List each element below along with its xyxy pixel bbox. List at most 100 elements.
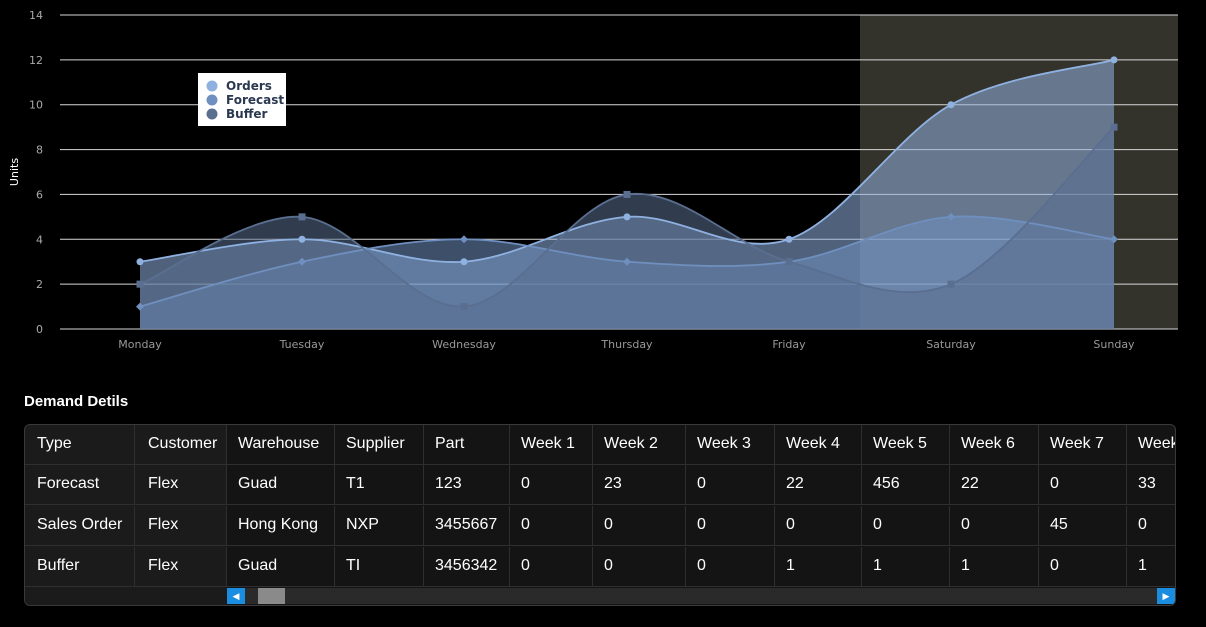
table-cell[interactable]: Flex xyxy=(135,506,227,546)
column-header[interactable]: Week 2 xyxy=(593,425,686,465)
column-header[interactable]: Supplier xyxy=(335,425,424,465)
table-cell[interactable]: 1 xyxy=(950,547,1039,587)
y-axis-label: Units xyxy=(8,158,21,186)
table-cell[interactable]: 0 xyxy=(775,506,862,546)
table-cell[interactable]: Forecast xyxy=(25,465,135,505)
column-header[interactable]: Week 3 xyxy=(686,425,775,465)
y-tick-label: 10 xyxy=(29,99,43,112)
table-cell[interactable]: 0 xyxy=(593,506,686,546)
table-cell[interactable]: T1 xyxy=(335,465,424,505)
y-tick-label: 0 xyxy=(36,323,43,336)
arrow-left-icon: ◀ xyxy=(232,591,240,601)
table-cell[interactable]: 22 xyxy=(950,465,1039,505)
table-cell[interactable]: Guad xyxy=(227,547,335,587)
legend-swatch-orders xyxy=(206,80,218,92)
legend-swatch-buffer xyxy=(206,108,218,120)
table-cell[interactable]: NXP xyxy=(335,506,424,546)
demand-chart: 0 2 4 6 8 10 12 14 Monday Tuesday Wednesday Thursda… xyxy=(8,9,1178,351)
table-cell[interactable]: 1 xyxy=(862,547,950,587)
table-cell[interactable]: 0 xyxy=(686,465,775,505)
table-cell[interactable]: 0 xyxy=(950,506,1039,546)
grid-scroll-pane[interactable]: Warehouse Supplier Part Week 1 Week 2 Week 3W… xyxy=(227,425,1175,589)
legend-label-orders: Orders xyxy=(226,79,272,93)
table-cell[interactable]: 0 xyxy=(510,506,593,546)
table-cell[interactable]: Flex xyxy=(135,465,227,505)
table-cell[interactable]: 0 xyxy=(593,547,686,587)
table-cell[interactable]: Buffer xyxy=(25,547,135,587)
point-buffer[interactable] xyxy=(947,280,955,288)
table-cell[interactable]: 33 xyxy=(1127,465,1175,505)
demand-grid: Type Customer Forecast Flex Sales Order Flex B… xyxy=(24,424,1176,606)
point-orders[interactable] xyxy=(623,213,631,221)
point-orders[interactable] xyxy=(298,235,306,243)
scroll-right-button[interactable]: ▶ xyxy=(1157,588,1175,604)
table-cell[interactable]: Flex xyxy=(135,547,227,587)
point-orders[interactable] xyxy=(460,258,468,266)
table-cell[interactable]: 123 xyxy=(424,465,510,505)
chart-legend: OrdersForecastBuffer xyxy=(198,73,286,126)
table-cell[interactable]: TI xyxy=(335,547,424,587)
grid-frozen-columns: Type Customer Forecast Flex Sales Order Flex B… xyxy=(25,425,227,605)
x-tick-label: Thursday xyxy=(600,338,653,351)
column-header[interactable]: Week 4 xyxy=(775,425,862,465)
scroll-thumb[interactable] xyxy=(258,588,285,604)
table-cell[interactable]: 0 xyxy=(862,506,950,546)
table-cell[interactable]: 0 xyxy=(1127,506,1175,546)
table-cell[interactable]: 3455667 xyxy=(424,506,510,546)
point-buffer[interactable] xyxy=(623,190,631,198)
column-header[interactable]: Week 5 xyxy=(862,425,950,465)
x-tick-label: Wednesday xyxy=(432,338,496,351)
x-tick-label: Sunday xyxy=(1093,338,1135,351)
x-tick-label: Friday xyxy=(772,338,806,351)
table-cell[interactable]: Hong Kong xyxy=(227,506,335,546)
y-tick-label: 8 xyxy=(36,144,43,157)
table-cell[interactable]: 0 xyxy=(686,547,775,587)
point-buffer[interactable] xyxy=(785,258,793,266)
table-cell[interactable]: 456 xyxy=(862,465,950,505)
table-cell[interactable]: 0 xyxy=(510,465,593,505)
y-tick-label: 14 xyxy=(29,9,43,22)
point-orders[interactable] xyxy=(947,101,955,109)
column-header[interactable]: Week 1 xyxy=(510,425,593,465)
y-tick-label: 12 xyxy=(29,54,43,67)
table-cell[interactable]: Sales Order xyxy=(25,506,135,546)
legend-label-buffer: Buffer xyxy=(226,107,268,121)
column-header[interactable]: Warehouse xyxy=(227,425,335,465)
column-header[interactable]: Week 7 xyxy=(1039,425,1127,465)
column-header[interactable]: Customer xyxy=(135,425,227,465)
table-cell[interactable]: 0 xyxy=(1039,465,1127,505)
table-cell[interactable]: Guad xyxy=(227,465,335,505)
point-buffer[interactable] xyxy=(298,213,306,221)
point-buffer[interactable] xyxy=(1110,123,1118,131)
table-cell[interactable]: 45 xyxy=(1039,506,1127,546)
column-header[interactable]: Part xyxy=(424,425,510,465)
table-cell[interactable]: 1 xyxy=(1127,547,1175,587)
table-cell[interactable]: 22 xyxy=(775,465,862,505)
table-cell[interactable]: 23 xyxy=(593,465,686,505)
point-buffer[interactable] xyxy=(460,303,468,311)
column-header[interactable]: Week 8 xyxy=(1127,425,1175,465)
table-cell[interactable]: 0 xyxy=(1039,547,1127,587)
x-tick-label: Tuesday xyxy=(279,338,325,351)
horizontal-scrollbar[interactable]: ◀ ▶ xyxy=(227,588,1175,604)
column-header[interactable]: Week 6 xyxy=(950,425,1039,465)
point-buffer[interactable] xyxy=(136,280,144,288)
legend-swatch-forecast xyxy=(206,94,218,106)
point-orders[interactable] xyxy=(785,235,793,243)
y-tick-label: 4 xyxy=(36,233,43,246)
y-tick-label: 6 xyxy=(36,188,43,201)
legend-label-forecast: Forecast xyxy=(226,93,284,107)
arrow-right-icon: ▶ xyxy=(1162,591,1170,601)
table-cell[interactable]: 1 xyxy=(775,547,862,587)
x-tick-label: Saturday xyxy=(926,338,976,351)
table-cell[interactable]: 0 xyxy=(510,547,593,587)
y-tick-label: 2 xyxy=(36,278,43,291)
section-title: Demand Detils xyxy=(24,393,129,410)
x-tick-label: Monday xyxy=(118,338,162,351)
table-cell[interactable]: 3456342 xyxy=(424,547,510,587)
table-cell[interactable]: 0 xyxy=(686,506,775,546)
scroll-left-button[interactable]: ◀ xyxy=(227,588,245,604)
column-header[interactable]: Type xyxy=(25,425,135,465)
point-orders[interactable] xyxy=(1110,56,1118,64)
point-orders[interactable] xyxy=(136,258,144,266)
